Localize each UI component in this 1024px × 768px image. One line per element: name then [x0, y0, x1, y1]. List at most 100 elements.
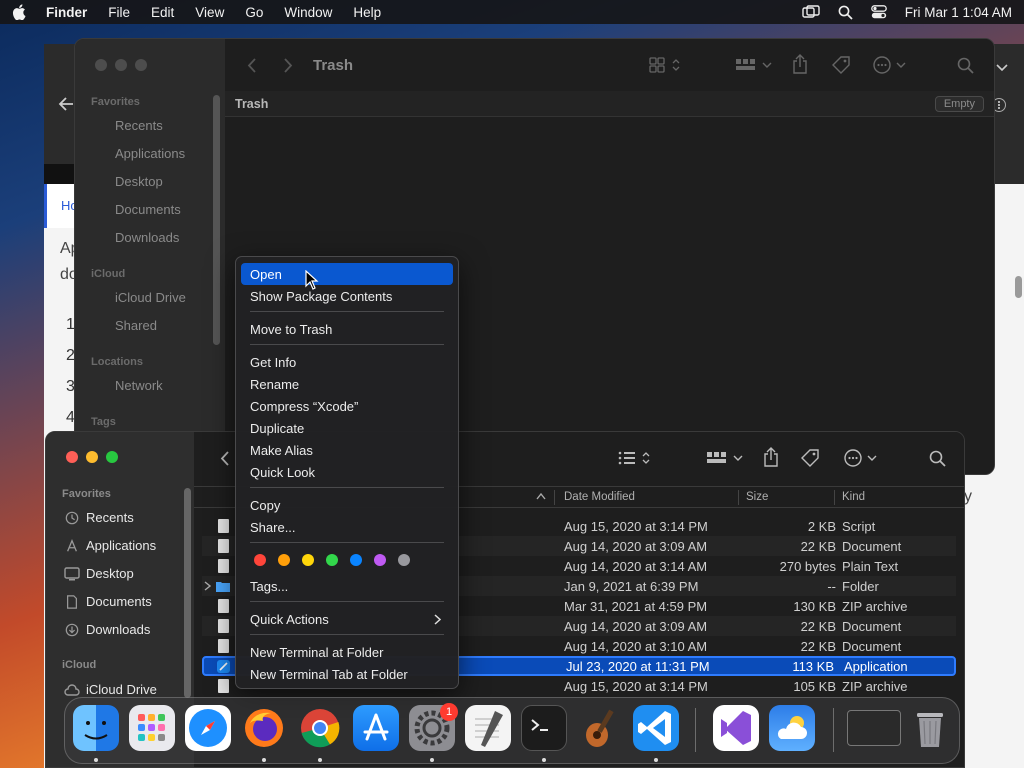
- dock-chrome-icon[interactable]: [297, 705, 343, 751]
- menu-go[interactable]: Go: [245, 5, 263, 20]
- menu-item-open[interactable]: Open: [241, 263, 453, 285]
- menu-item-compress[interactable]: Compress “Xcode”: [241, 395, 453, 417]
- sidebar-item-recents[interactable]: Recents: [86, 510, 134, 525]
- sidebar-item-desktop[interactable]: Desktop: [115, 174, 163, 189]
- menu-edit[interactable]: Edit: [151, 5, 174, 20]
- menu-clock[interactable]: Fri Mar 1 1:04 AM: [905, 5, 1012, 20]
- dock-terminal-icon[interactable]: [521, 705, 567, 751]
- apple-icon[interactable]: [12, 4, 26, 20]
- list-view-icon[interactable]: [618, 450, 654, 466]
- sidebar-item-documents[interactable]: Documents: [86, 594, 152, 609]
- menu-item-copy[interactable]: Copy: [241, 494, 453, 516]
- sidebar-scrollbar[interactable]: [184, 488, 191, 698]
- tag-purple[interactable]: [374, 554, 386, 566]
- dock-app-store-icon[interactable]: [353, 705, 399, 751]
- tag-orange[interactable]: [278, 554, 290, 566]
- sidebar-item-network[interactable]: Network: [115, 378, 163, 393]
- dock-finder-icon[interactable]: [73, 705, 119, 751]
- menu-window[interactable]: Window: [284, 5, 332, 20]
- menu-item-get-info[interactable]: Get Info: [241, 351, 453, 373]
- group-icon[interactable]: [735, 57, 773, 73]
- menu-item-new-terminal[interactable]: New Terminal at Folder: [241, 641, 453, 663]
- file-icon: [218, 679, 229, 693]
- search-icon[interactable]: [957, 57, 974, 74]
- forward-icon[interactable]: [283, 58, 293, 73]
- menu-item-rename[interactable]: Rename: [241, 373, 453, 395]
- zoom-button[interactable]: [106, 451, 118, 463]
- share-icon[interactable]: [763, 447, 779, 467]
- sidebar-item-applications[interactable]: Applications: [86, 538, 156, 553]
- tag-gray[interactable]: [398, 554, 410, 566]
- tag-icon[interactable]: [800, 448, 820, 468]
- share-icon[interactable]: [792, 54, 808, 74]
- icon-view-icon[interactable]: [649, 57, 683, 73]
- sidebar-item-downloads[interactable]: Downloads: [86, 622, 150, 637]
- dock-vscode-icon[interactable]: [633, 705, 679, 751]
- column-size[interactable]: Size: [746, 491, 768, 503]
- menu-finder[interactable]: Finder: [46, 5, 87, 20]
- menu-item-make-alias[interactable]: Make Alias: [241, 439, 453, 461]
- dock-trash-icon[interactable]: [907, 705, 953, 751]
- column-kind[interactable]: Kind: [842, 491, 865, 503]
- running-indicator: [262, 758, 266, 762]
- disclosure-chevron-icon[interactable]: [204, 581, 211, 591]
- menu-item-share[interactable]: Share...: [241, 516, 453, 538]
- sidebar-item-recents[interactable]: Recents: [115, 118, 163, 133]
- browser-back-icon[interactable]: [58, 97, 74, 111]
- cloud-icon: [64, 684, 80, 696]
- search-icon[interactable]: [929, 450, 946, 467]
- tag-yellow[interactable]: [302, 554, 314, 566]
- sidebar-scrollbar[interactable]: [213, 95, 220, 345]
- chevron-down-icon[interactable]: [996, 64, 1008, 72]
- column-date-modified[interactable]: Date Modified: [564, 491, 635, 503]
- back-icon[interactable]: [247, 58, 257, 73]
- dock-window-preview-icon[interactable]: [847, 710, 901, 746]
- menu-help[interactable]: Help: [353, 5, 381, 20]
- menu-view[interactable]: View: [195, 5, 224, 20]
- menu-item-show-package-contents[interactable]: Show Package Contents: [241, 285, 453, 307]
- zoom-button[interactable]: [135, 59, 147, 71]
- close-button[interactable]: [95, 59, 107, 71]
- menu-item-new-terminal-tab[interactable]: New Terminal Tab at Folder: [241, 663, 453, 685]
- dock-weather-icon[interactable]: [769, 705, 815, 751]
- dock-launchpad-icon[interactable]: [129, 705, 175, 751]
- menu-separator: [250, 344, 444, 345]
- menu-file[interactable]: File: [108, 5, 130, 20]
- dock-textedit-icon[interactable]: [465, 705, 511, 751]
- sidebar-item-icloud-drive[interactable]: iCloud Drive: [115, 290, 186, 305]
- menu-item-tags[interactable]: Tags...: [241, 575, 453, 597]
- minimize-button[interactable]: [86, 451, 98, 463]
- sidebar-item-documents[interactable]: Documents: [115, 202, 181, 217]
- sidebar-item-icloud-drive[interactable]: iCloud Drive: [86, 682, 157, 697]
- tag-green[interactable]: [326, 554, 338, 566]
- sort-ascending-icon[interactable]: [536, 493, 546, 500]
- dock-firefox-icon[interactable]: [241, 705, 287, 751]
- sidebar-item-applications[interactable]: Applications: [115, 146, 185, 161]
- tag-red[interactable]: [254, 554, 266, 566]
- dock-visual-studio-icon[interactable]: [713, 705, 759, 751]
- minimize-button[interactable]: [115, 59, 127, 71]
- empty-trash-button[interactable]: Empty: [934, 96, 984, 112]
- more-actions-icon[interactable]: [873, 56, 909, 74]
- close-button[interactable]: [66, 451, 78, 463]
- more-actions-icon[interactable]: [844, 449, 880, 467]
- control-center-icon[interactable]: [870, 5, 887, 19]
- row-date: Aug 14, 2020 at 3:10 AM: [564, 639, 708, 654]
- menu-item-quick-actions[interactable]: Quick Actions: [241, 608, 453, 630]
- sidebar-item-desktop[interactable]: Desktop: [86, 566, 134, 581]
- tag-icon[interactable]: [831, 55, 851, 75]
- menu-item-quick-look[interactable]: Quick Look: [241, 461, 453, 483]
- dock-garageband-icon[interactable]: [577, 705, 623, 751]
- tag-blue[interactable]: [350, 554, 362, 566]
- screen-mirroring-icon[interactable]: [802, 5, 820, 19]
- sidebar-item-shared[interactable]: Shared: [115, 318, 157, 333]
- back-icon[interactable]: [220, 451, 230, 466]
- menu-item-move-to-trash[interactable]: Move to Trash: [241, 318, 453, 340]
- search-icon[interactable]: [838, 5, 853, 20]
- browser-snippet: y: [964, 488, 972, 505]
- group-icon[interactable]: [706, 450, 744, 466]
- menu-item-duplicate[interactable]: Duplicate: [241, 417, 453, 439]
- browser-scrollbar[interactable]: [1015, 276, 1022, 298]
- sidebar-item-downloads[interactable]: Downloads: [115, 230, 179, 245]
- dock-safari-icon[interactable]: [185, 705, 231, 751]
